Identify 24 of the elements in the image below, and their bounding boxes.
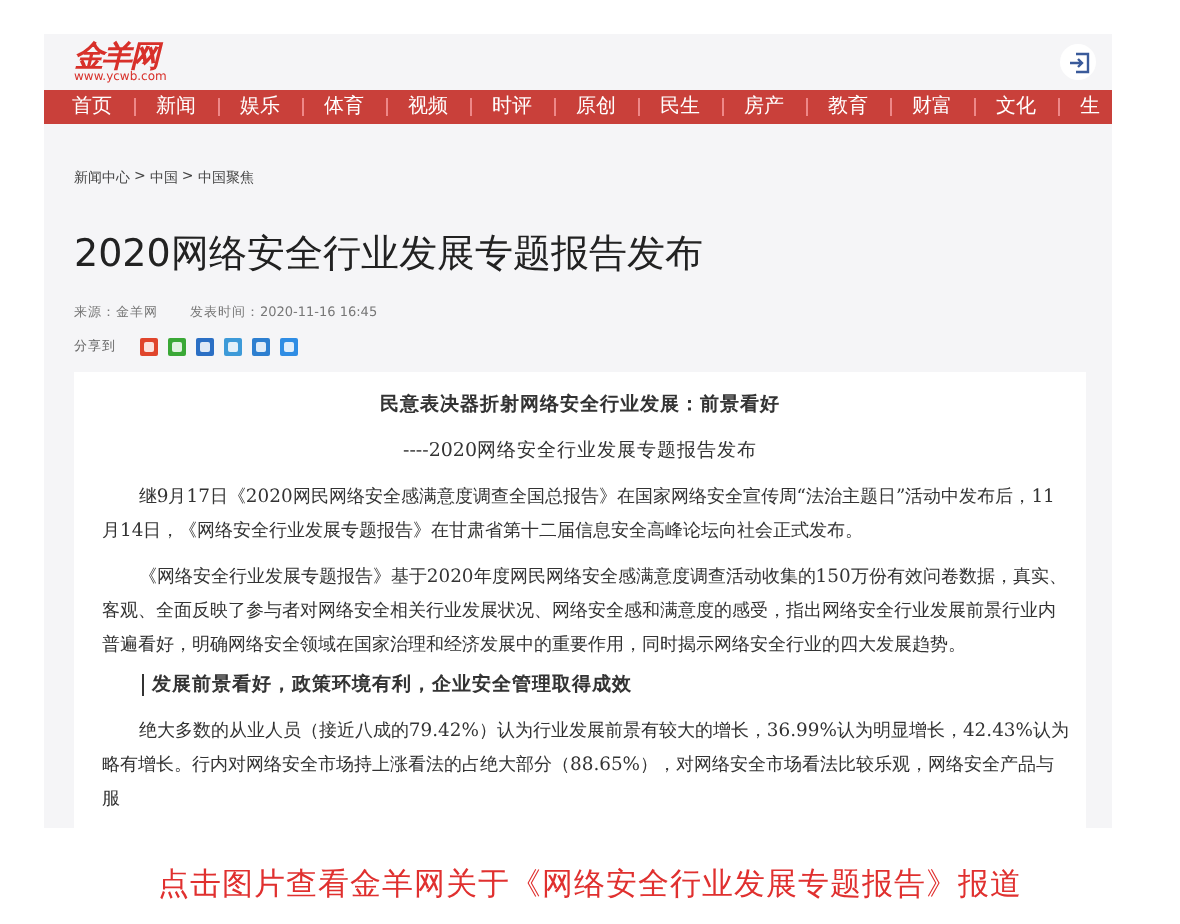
nav-link[interactable]: 民生	[660, 98, 724, 116]
nav-link[interactable]: 财富	[912, 98, 976, 116]
nav-link[interactable]: 生	[1080, 98, 1112, 116]
nav-link[interactable]: 新闻	[156, 98, 220, 116]
article-heading: 民意表决器折射网络安全行业发展：前景看好	[378, 391, 782, 420]
nav-link[interactable]: 时评	[492, 98, 556, 116]
nav-link[interactable]: 视频	[408, 98, 472, 116]
article-title: 2020网络安全行业发展专题报告发布	[74, 230, 705, 280]
article-subheading: ----2020网络安全行业发展专题报告发布	[400, 438, 760, 466]
section-heading: 发展前景看好，政策环境有利，企业安全管理取得成效	[142, 674, 1058, 696]
image-caption[interactable]: 点击图片查看金羊网关于《网络安全行业发展专题报告》报道	[0, 864, 1180, 906]
article-paragraph: 绝大多数的从业人员（接近八成的79.42%）认为行业发展前景有较大的增长，36.99%认为明显增长，42.43%认为略有增长。行内对网络安全市场持上涨看法的占绝大部分（88.65%），对网络安全市场看法比较乐观，网络安全产品与服	[102, 718, 1070, 814]
nav-link[interactable]: 文化	[996, 98, 1060, 116]
nav-link[interactable]: 首页	[72, 98, 136, 116]
nav-link[interactable]: 体育	[324, 98, 388, 116]
article-paragraph: 继9月17日《2020网民网络安全感满意度调查全国总报告》在国家网络安全宣传周“法治主题日”活动中发布后，11月14日，《网络安全行业发展专题报告》在甘肃省第十二届信息安全高峰论坛向社会正式发布。	[102, 484, 1057, 546]
nav-link[interactable]: 房产	[744, 98, 808, 116]
nav-link[interactable]: 娱乐	[240, 98, 304, 116]
login-button[interactable]	[1060, 44, 1096, 80]
nav-link[interactable]: 教育	[828, 98, 892, 116]
login-icon	[1067, 51, 1089, 73]
site-logo[interactable]: 金羊网	[74, 41, 167, 71]
nav-link[interactable]: 原创	[576, 98, 640, 116]
article-paragraph: 《网络安全行业发展专题报告》基于2020年度网民网络安全感满意度调查活动收集的150万份有效问卷数据，真实、客观、全面反映了参与者对网络安全相关行业发展状况、网络安全感和满意度的感受，指出网络安全行业发展前景行业内普遍看好，明确网络安全领域在国家治理和经济发展中的重要作用，同时揭示网络安全行业的四大发展趋势。	[102, 564, 1069, 660]
